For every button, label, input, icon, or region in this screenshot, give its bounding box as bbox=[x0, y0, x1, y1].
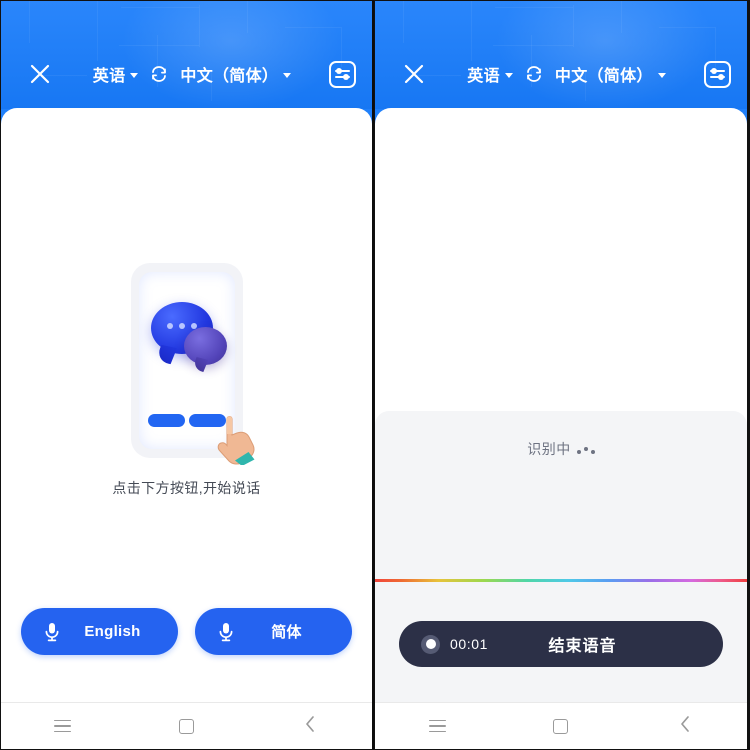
android-nav-bar bbox=[375, 702, 747, 749]
end-recording-bar[interactable]: 00:01 结束语音 bbox=[399, 621, 723, 667]
chevron-down-icon bbox=[283, 72, 292, 78]
close-button[interactable] bbox=[391, 53, 437, 95]
slider-bar-top bbox=[335, 68, 350, 74]
chevron-down-icon bbox=[130, 72, 139, 78]
header-controls-row: 英语 中文（简体） bbox=[1, 53, 372, 95]
left-phone-screen: 英语 中文（简体） 点击下方按钮,开始说话 English 简体 bbox=[0, 0, 374, 750]
dual-screenshot-stage: 英语 中文（简体） 点击下方按钮,开始说话 English 简体 英语 中文（简… bbox=[0, 0, 750, 750]
target-language-label: 中文（简体） bbox=[180, 68, 279, 85]
loading-dots-icon bbox=[576, 444, 595, 454]
nav-back-button[interactable] bbox=[623, 715, 747, 738]
right-phone-screen: 英语 中文（简体） 识别中 00:01 结束语音 bbox=[374, 0, 748, 750]
home-square-icon bbox=[178, 718, 194, 734]
illustration-button-left bbox=[147, 414, 185, 427]
mic-buttons-row: English 简体 bbox=[21, 608, 352, 655]
target-language-selector[interactable]: 中文（简体） bbox=[180, 62, 292, 86]
language-selector-group: 英语 中文（简体） bbox=[437, 62, 700, 86]
menu-icon bbox=[54, 719, 72, 733]
pointing-hand-icon bbox=[213, 411, 259, 466]
chevron-down-icon bbox=[504, 72, 513, 78]
close-button[interactable] bbox=[17, 53, 63, 95]
slider-bar-bottom bbox=[335, 74, 350, 80]
source-language-selector[interactable]: 英语 bbox=[467, 62, 513, 86]
illustration-phone-frame bbox=[130, 263, 254, 466]
target-language-selector[interactable]: 中文（简体） bbox=[555, 62, 666, 86]
chat-bubble-small-icon bbox=[183, 327, 227, 365]
nav-recents-button[interactable] bbox=[1, 719, 125, 733]
right-app-header: 英语 中文（简体） bbox=[375, 1, 747, 109]
recognition-status-label: 识别中 bbox=[527, 441, 571, 457]
settings-sliders-icon[interactable] bbox=[329, 60, 356, 88]
hint-text: 点击下方按钮,开始说话 bbox=[112, 480, 261, 496]
close-icon bbox=[29, 63, 51, 85]
source-language-selector[interactable]: 英语 bbox=[93, 62, 139, 86]
left-app-header: 英语 中文（简体） bbox=[1, 1, 372, 109]
record-dot-icon bbox=[421, 634, 440, 654]
slider-bar-bottom bbox=[710, 74, 725, 80]
close-icon bbox=[403, 63, 425, 85]
home-square-icon bbox=[553, 718, 569, 734]
mic-button-chinese[interactable]: 简体 bbox=[195, 608, 352, 655]
chevron-down-icon bbox=[657, 72, 666, 78]
mic-button-english[interactable]: English bbox=[21, 608, 178, 655]
slider-bar-top bbox=[710, 68, 725, 74]
target-language-label: 中文（简体） bbox=[554, 68, 653, 85]
phone-chat-illustration: 点击下方按钮,开始说话 bbox=[1, 263, 372, 498]
source-language-label: 英语 bbox=[92, 68, 126, 85]
swap-languages-icon[interactable] bbox=[147, 62, 171, 86]
left-content-card: 点击下方按钮,开始说话 English 简体 bbox=[1, 108, 372, 749]
mic-button-english-label: English bbox=[84, 623, 141, 640]
nav-home-button[interactable] bbox=[125, 718, 249, 734]
recognition-panel: 识别中 bbox=[375, 411, 747, 579]
menu-icon bbox=[428, 719, 446, 733]
end-recording-label: 结束语音 bbox=[548, 638, 617, 655]
nav-recents-button[interactable] bbox=[375, 719, 499, 733]
source-language-label: 英语 bbox=[467, 68, 500, 85]
rainbow-gradient-line bbox=[375, 579, 747, 582]
back-chevron-icon bbox=[678, 715, 692, 738]
header-controls-row: 英语 中文（简体） bbox=[375, 53, 747, 95]
android-nav-bar bbox=[1, 702, 372, 749]
swap-languages-icon[interactable] bbox=[522, 62, 546, 86]
mic-button-chinese-label: 简体 bbox=[271, 624, 302, 641]
microphone-icon bbox=[43, 621, 61, 643]
nav-home-button[interactable] bbox=[499, 718, 623, 734]
back-chevron-icon bbox=[303, 715, 317, 738]
microphone-icon bbox=[217, 621, 235, 643]
right-content-card: 识别中 00:01 结束语音 bbox=[375, 108, 747, 749]
settings-sliders-icon[interactable] bbox=[704, 60, 731, 88]
recognition-status: 识别中 bbox=[527, 439, 595, 459]
recording-timer: 00:01 bbox=[450, 636, 489, 652]
illustration-phone-screen bbox=[138, 272, 254, 466]
language-selector-group: 英语 中文（简体） bbox=[63, 62, 325, 86]
nav-back-button[interactable] bbox=[248, 715, 372, 738]
